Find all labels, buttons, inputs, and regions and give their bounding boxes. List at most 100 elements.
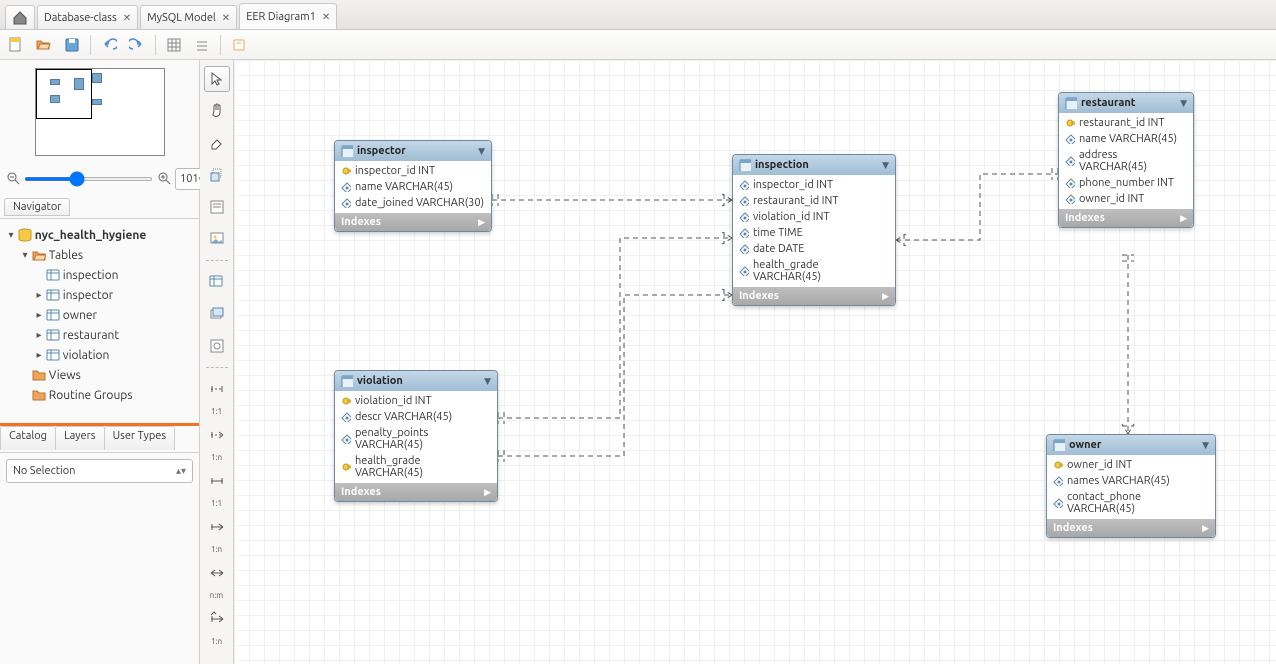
entity-column[interactable]: contact_phone VARCHAR(45)	[1047, 489, 1215, 517]
user-types-tab[interactable]: User Types	[104, 426, 176, 450]
rel-1-1-id-tool[interactable]	[204, 468, 230, 494]
indexes-section[interactable]: Indexes▶	[335, 483, 497, 501]
expand-icon[interactable]: ▶	[882, 291, 889, 302]
layer-tool[interactable]	[204, 162, 230, 188]
entity-column[interactable]: time TIME	[733, 225, 895, 241]
preview-box[interactable]	[35, 68, 165, 156]
rel-existing-tool[interactable]	[204, 606, 230, 632]
navigator-preview[interactable]	[0, 60, 199, 164]
entity-restaurant[interactable]: restaurant▼ restaurant_id INT name VARCH…	[1058, 92, 1194, 228]
new-view-tool[interactable]	[204, 301, 230, 327]
expand-icon[interactable]: ▶	[484, 487, 491, 498]
zoom-out-icon[interactable]	[6, 171, 20, 188]
expand-icon[interactable]: ▸	[32, 289, 46, 301]
entity-header[interactable]: violation▼	[335, 371, 497, 391]
entity-header[interactable]: owner▼	[1047, 435, 1215, 455]
routine-group-tool[interactable]	[204, 333, 230, 359]
preview-viewport[interactable]	[36, 69, 92, 119]
rel-1-1-non-id-tool[interactable]	[204, 376, 230, 402]
entity-column[interactable]: inspector_id INT	[335, 163, 491, 179]
undo-button[interactable]	[99, 35, 119, 55]
entity-header[interactable]: inspector▼	[335, 141, 491, 161]
indexes-section[interactable]: Indexes▶	[1047, 519, 1215, 537]
expand-icon[interactable]: ▶	[1202, 523, 1209, 534]
entity-column[interactable]: violation_id INT	[733, 209, 895, 225]
collapse-icon[interactable]: ▼	[484, 376, 491, 387]
expand-icon[interactable]: ▸	[32, 309, 46, 321]
expand-icon[interactable]: ▸	[32, 349, 46, 361]
entity-column[interactable]: health_grade VARCHAR(45)	[733, 257, 895, 285]
indexes-section[interactable]: Indexes▶	[733, 287, 895, 305]
navigator-tab[interactable]: Navigator	[4, 198, 70, 216]
hand-tool[interactable]	[204, 98, 230, 124]
pointer-tool[interactable]	[204, 66, 230, 92]
expand-icon[interactable]: ▸	[32, 329, 46, 341]
tab-model[interactable]: MySQL Model ✕	[140, 5, 237, 29]
entity-column[interactable]: inspector_id INT	[733, 177, 895, 193]
open-file-button[interactable]	[34, 35, 54, 55]
tab-diagram[interactable]: EER Diagram1 ✕	[239, 3, 337, 29]
entity-column[interactable]: date DATE	[733, 241, 895, 257]
tree-table-restaurant[interactable]: ▸ restaurant	[4, 325, 195, 345]
expand-icon[interactable]: ▶	[1180, 213, 1187, 224]
collapse-icon[interactable]: ▾	[18, 249, 32, 261]
rel-1-n-id-tool[interactable]	[204, 514, 230, 540]
collapse-icon[interactable]: ▾	[4, 229, 18, 241]
notation-button[interactable]	[229, 35, 249, 55]
zoom-slider[interactable]	[24, 177, 153, 181]
collapse-icon[interactable]: ▼	[1202, 440, 1209, 451]
entity-inspection[interactable]: inspection▼ inspector_id INT restaurant_…	[732, 154, 896, 306]
tree-table-inspection[interactable]: inspection	[4, 265, 195, 285]
layers-tab[interactable]: Layers	[55, 426, 105, 450]
entity-column[interactable]: name VARCHAR(45)	[335, 179, 491, 195]
entity-column[interactable]: date_joined VARCHAR(30)	[335, 195, 491, 211]
schema-root[interactable]: ▾ nyc_health_hygiene	[4, 225, 195, 245]
entity-column[interactable]: owner_id INT	[1059, 191, 1193, 207]
collapse-icon[interactable]: ▼	[478, 146, 485, 157]
entity-column[interactable]: owner_id INT	[1047, 457, 1215, 473]
align-button[interactable]	[192, 35, 212, 55]
close-icon[interactable]: ✕	[322, 11, 330, 23]
indexes-section[interactable]: Indexes▶	[335, 213, 491, 231]
routines-group[interactable]: Routine Groups	[4, 385, 195, 405]
tree-table-owner[interactable]: ▸ owner	[4, 305, 195, 325]
save-button[interactable]	[62, 35, 82, 55]
grid-toggle-button[interactable]	[164, 35, 184, 55]
tab-database[interactable]: Database-class ✕	[37, 5, 138, 29]
zoom-in-icon[interactable]	[157, 171, 171, 188]
schema-tree[interactable]: ▾ nyc_health_hygiene ▾ Tables inspection…	[0, 219, 199, 411]
views-group[interactable]: Views	[4, 365, 195, 385]
tab-home[interactable]	[5, 5, 35, 29]
entity-violation[interactable]: violation▼ violation_id INT descr VARCHA…	[334, 370, 498, 502]
entity-inspector[interactable]: inspector▼ inspector_id INT name VARCHAR…	[334, 140, 492, 232]
entity-column[interactable]: health_grade VARCHAR(45)	[335, 453, 497, 481]
eraser-tool[interactable]	[204, 130, 230, 156]
tables-group[interactable]: ▾ Tables	[4, 245, 195, 265]
rel-1-n-non-id-tool[interactable]	[204, 422, 230, 448]
redo-button[interactable]	[127, 35, 147, 55]
diagram-canvas[interactable]: .rl{stroke:#555;fill:none;stroke-dasharr…	[234, 60, 1276, 664]
new-table-tool[interactable]	[204, 269, 230, 295]
image-tool[interactable]	[204, 226, 230, 252]
entity-column[interactable]: name VARCHAR(45)	[1059, 131, 1193, 147]
entity-column[interactable]: penalty_points VARCHAR(45)	[335, 425, 497, 453]
close-icon[interactable]: ✕	[123, 12, 131, 24]
entity-column[interactable]: restaurant_id INT	[1059, 115, 1193, 131]
indexes-section[interactable]: Indexes▶	[1059, 209, 1193, 227]
close-icon[interactable]: ✕	[222, 12, 230, 24]
rel-n-m-tool[interactable]	[204, 560, 230, 586]
text-tool[interactable]	[204, 194, 230, 220]
entity-column[interactable]: descr VARCHAR(45)	[335, 409, 497, 425]
entity-column[interactable]: violation_id INT	[335, 393, 497, 409]
expand-icon[interactable]: ▶	[478, 217, 485, 228]
entity-header[interactable]: inspection▼	[733, 155, 895, 175]
tree-table-violation[interactable]: ▸ violation	[4, 345, 195, 365]
selection-dropdown[interactable]: No Selection ▴▾	[6, 459, 193, 483]
entity-column[interactable]: restaurant_id INT	[733, 193, 895, 209]
entity-column[interactable]: phone_number INT	[1059, 175, 1193, 191]
collapse-icon[interactable]: ▼	[1180, 98, 1187, 109]
collapse-icon[interactable]: ▼	[882, 160, 889, 171]
tree-table-inspector[interactable]: ▸ inspector	[4, 285, 195, 305]
entity-column[interactable]: address VARCHAR(45)	[1059, 147, 1193, 175]
new-file-button[interactable]	[6, 35, 26, 55]
